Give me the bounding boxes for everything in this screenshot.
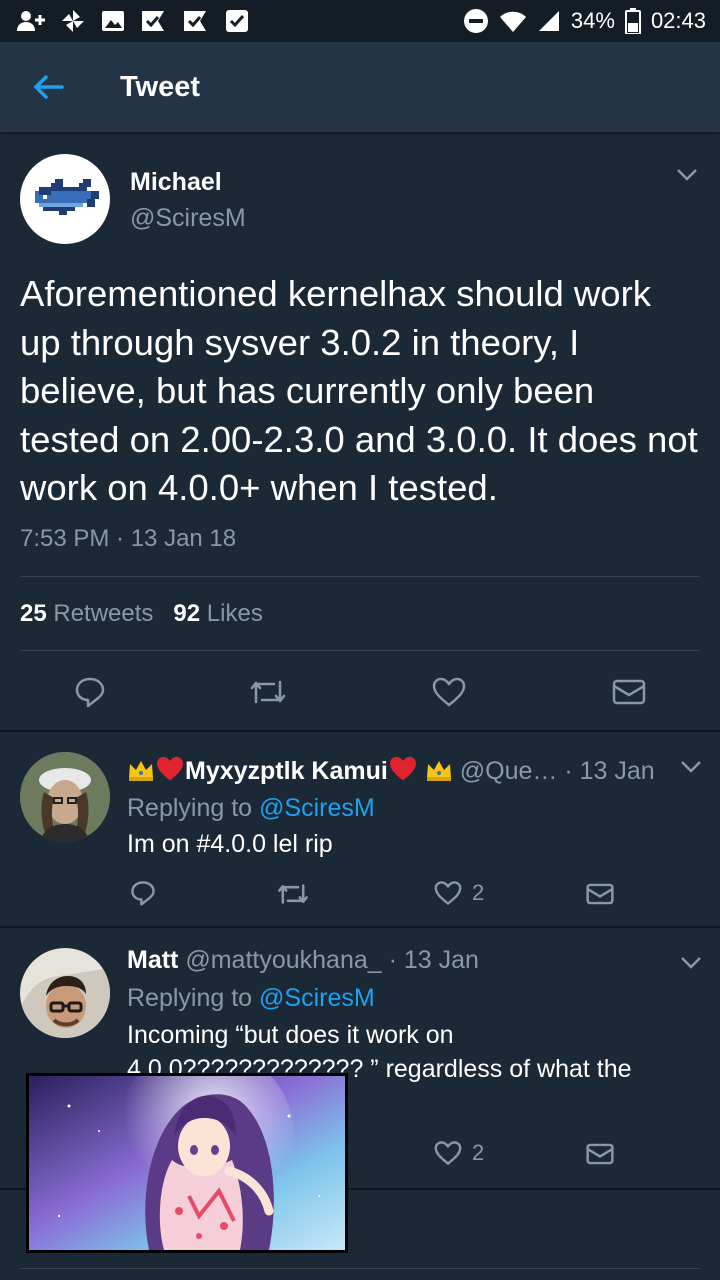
reply-author-name[interactable]: Matt (127, 946, 178, 974)
wifi-icon (499, 11, 526, 32)
replying-to: Replying to @SciresM (127, 984, 375, 1013)
retweet-icon (278, 884, 308, 904)
replying-to-prefix: Replying to (127, 984, 260, 1012)
reply-header: Matt @mattyoukhana_ · 13 Jan (127, 946, 479, 975)
like-button[interactable]: 2 (434, 1140, 484, 1166)
heart-emoji-icon (155, 756, 185, 789)
tweet-timestamp: 7:53 PM · 13 Jan 18 (20, 525, 237, 552)
replying-to-link[interactable]: @SciresM (259, 794, 375, 822)
replying-to-prefix: Replying to (127, 794, 260, 822)
replying-to: Replying to @SciresM (127, 794, 375, 823)
battery-icon (624, 8, 641, 34)
reply-text: Im on #4.0.0 lel rip (127, 830, 333, 858)
retweets-stat[interactable]: 25 Retweets (20, 600, 153, 628)
pinwheel-icon (62, 10, 84, 32)
reply-button[interactable] (74, 676, 106, 708)
check-flag-icon-2 (184, 11, 206, 31)
arrow-left-icon (33, 75, 64, 99)
like-button[interactable]: 2 (434, 880, 484, 906)
gallery-icon (102, 11, 124, 31)
reply-tweet[interactable]: Myxyzptlk Kamui @Que… · 13 Jan Replying … (0, 732, 720, 926)
main-tweet: Michael @SciresM Aforementioned kernelha… (0, 132, 720, 708)
check-flag-icon (142, 11, 164, 31)
checkbox-icon (226, 10, 248, 32)
avatar[interactable] (20, 752, 110, 842)
divider (20, 1268, 700, 1269)
envelope-icon (586, 1143, 614, 1165)
chevron-down-icon (681, 761, 701, 773)
share-dm-button[interactable] (586, 882, 614, 906)
add-user-icon (17, 11, 45, 31)
reply-author-handle[interactable]: @mattyoukhana_ (185, 946, 381, 974)
reply-button[interactable] (130, 880, 156, 906)
likes-label: Likes (206, 600, 263, 627)
back-button[interactable] (0, 42, 96, 132)
battery-percent: 34% (570, 8, 615, 33)
anime-girl-image (29, 1076, 345, 1250)
avatar[interactable] (20, 154, 110, 244)
chevron-down-icon (681, 957, 701, 969)
retweet-button[interactable] (248, 678, 288, 706)
retweet-button[interactable] (276, 882, 310, 906)
heart-icon (434, 881, 462, 905)
reply-date: · 13 Jan (564, 757, 655, 785)
envelope-icon (612, 679, 646, 705)
floating-video-overlay[interactable] (26, 1073, 348, 1253)
pixel-shark-icon (35, 179, 99, 215)
divider (20, 576, 700, 577)
do-not-disturb-icon (463, 9, 488, 33)
like-button[interactable] (432, 676, 466, 708)
reply-menu-button[interactable] (680, 956, 702, 975)
likes-stat[interactable]: 92 Likes (173, 600, 262, 628)
tweet-header: Michael @SciresM (0, 132, 720, 244)
reply-date: · 13 Jan (388, 946, 479, 974)
clock: 02:43 (650, 8, 706, 33)
retweet-icon (250, 680, 286, 704)
divider (20, 650, 700, 651)
reply-menu-button[interactable] (680, 760, 702, 779)
user-photo-icon (20, 948, 110, 1038)
tweet-menu-button[interactable] (676, 168, 698, 187)
app-bar: Tweet (0, 42, 720, 132)
reply-author-name[interactable]: Myxyzptlk Kamui (185, 757, 388, 785)
crown-icon (127, 758, 155, 789)
tweet-text: Aforementioned kernelhax should work up … (20, 273, 698, 508)
reply-icon (131, 881, 155, 906)
like-count: 2 (472, 1140, 485, 1165)
heart-icon (434, 1141, 462, 1165)
like-count: 2 (472, 880, 485, 905)
user-photo-icon (20, 752, 110, 842)
reply-icon (75, 677, 105, 708)
avatar[interactable] (20, 948, 110, 1038)
chevron-down-icon (677, 169, 697, 181)
reply-text-line-1: Incoming “but does it work on (127, 1021, 454, 1049)
notification-icons (16, 8, 250, 34)
share-dm-button[interactable] (612, 678, 646, 706)
system-icons: 34% 02:43 (463, 8, 706, 34)
author-handle[interactable]: @SciresM (130, 204, 246, 233)
author-name[interactable]: Michael (130, 168, 222, 197)
envelope-icon (586, 883, 614, 905)
replying-to-link[interactable]: @SciresM (259, 984, 375, 1012)
status-bar: 34% 02:43 (0, 0, 720, 42)
page-title: Tweet (120, 70, 201, 103)
reply-header: Myxyzptlk Kamui @Que… · 13 Jan (127, 756, 655, 789)
tweet-actions (0, 662, 720, 722)
tweet-stats: 25 Retweets 92 Likes (20, 600, 263, 628)
crown-icon (425, 758, 453, 789)
heart-icon (432, 677, 466, 707)
reply-author-handle[interactable]: @Que… (460, 757, 558, 785)
heart-emoji-icon (388, 756, 418, 789)
likes-count: 92 (173, 600, 201, 627)
retweets-count: 25 (20, 600, 47, 627)
retweets-label: Retweets (53, 600, 154, 627)
cell-signal-icon (538, 11, 559, 31)
share-dm-button[interactable] (586, 1142, 614, 1166)
